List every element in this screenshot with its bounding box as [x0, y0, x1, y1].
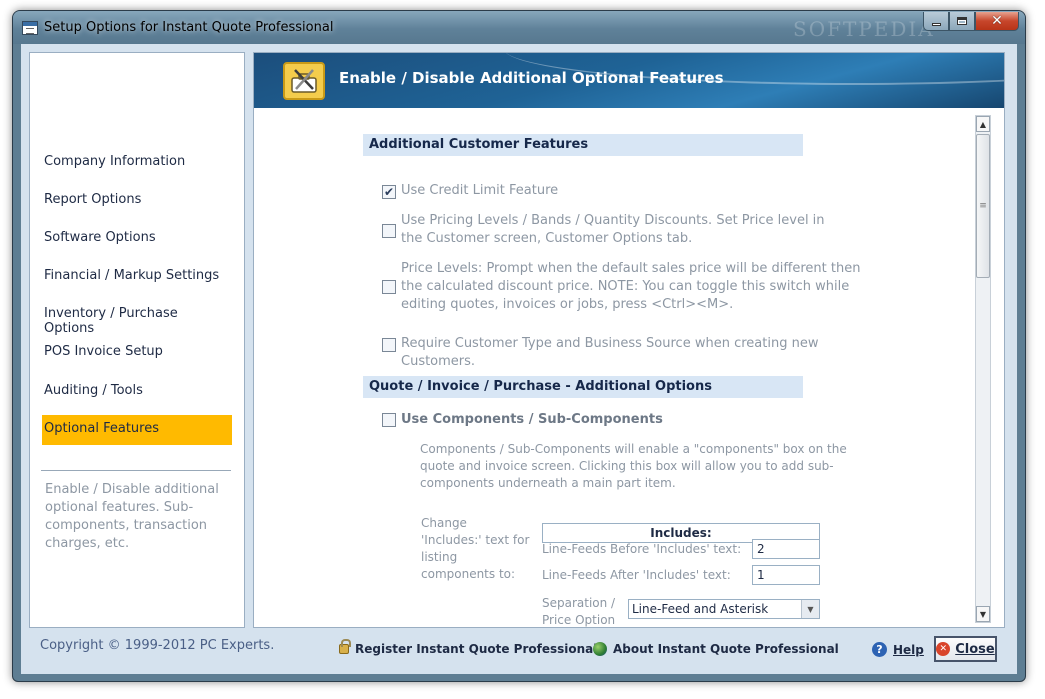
- sidebar-divider: [41, 470, 231, 471]
- setup-options-window: Setup Options for Instant Quote Professi…: [12, 10, 1026, 682]
- pricing-levels-label: Use Pricing Levels / Bands / Quantity Di…: [401, 213, 825, 246]
- app-icon[interactable]: [22, 21, 38, 35]
- about-label: About Instant Quote Professional: [613, 642, 839, 656]
- sidebar-description: Enable / Disable additional optional fea…: [45, 482, 219, 551]
- window-close-button[interactable]: ✕: [975, 12, 1019, 31]
- close-icon: ✕: [936, 642, 951, 656]
- sidebar-item-auditing-tools[interactable]: Auditing / Tools: [42, 377, 232, 407]
- separation-select-value: Line-Feed and Asterisk: [632, 602, 769, 616]
- minimize-icon: [931, 22, 941, 26]
- linefeeds-before-input[interactable]: 2: [752, 539, 820, 559]
- options-content: Additional Customer Features ✔ Use Credi…: [254, 109, 976, 627]
- linefeeds-after-label: Line-Feeds After 'Includes' text:: [542, 568, 731, 582]
- scroll-up-button[interactable]: ▲: [976, 116, 990, 132]
- section-header-quote: Quote / Invoice / Purchase - Additional …: [363, 376, 803, 398]
- client-area: Company Information Report Options Softw…: [21, 44, 1017, 674]
- credit-limit-label: Use Credit Limit Feature: [401, 183, 559, 198]
- caption-buttons: ✕: [923, 12, 1019, 31]
- footer-bar: Copyright © 1999-2012 PC Experts. Regist…: [21, 636, 1017, 672]
- change-includes-label: Change 'Includes:' text for listing comp…: [421, 516, 530, 581]
- separation-label: Separation / Price Option: [542, 596, 616, 627]
- linefeeds-after-input[interactable]: 1: [752, 565, 820, 585]
- help-label: Help: [893, 642, 924, 657]
- components-info-text: Components / Sub-Components will enable …: [420, 442, 847, 490]
- price-levels-prompt-checkbox[interactable]: [382, 280, 396, 294]
- require-customer-type-checkbox[interactable]: [382, 338, 396, 352]
- title-bar[interactable]: Setup Options for Instant Quote Professi…: [13, 11, 1025, 44]
- maximize-icon: [957, 17, 967, 25]
- header-banner: Enable / Disable Additional Optional Fea…: [254, 53, 1004, 108]
- options-panel: Enable / Disable Additional Optional Fea…: [253, 52, 1005, 628]
- credit-limit-checkbox[interactable]: ✔: [382, 185, 396, 199]
- watermark-text: SOFTPEDIA: [793, 17, 935, 41]
- vertical-scrollbar[interactable]: ▲ ≡ ▼: [975, 115, 991, 623]
- checkmark-icon: ✔: [383, 185, 395, 199]
- window-title: Setup Options for Instant Quote Professi…: [44, 20, 334, 35]
- require-customer-type-label: Require Customer Type and Business Sourc…: [401, 336, 819, 369]
- arrow-down-icon: ▼: [979, 609, 987, 619]
- help-button[interactable]: ? Help: [872, 642, 924, 657]
- close-icon: ✕: [991, 13, 1003, 29]
- lock-icon: [339, 639, 351, 654]
- scroll-thumb[interactable]: ≡: [976, 134, 990, 278]
- price-levels-prompt-label: Price Levels: Prompt when the default sa…: [401, 261, 861, 312]
- close-button[interactable]: ✕ Close: [934, 636, 997, 662]
- minimize-button[interactable]: [923, 12, 949, 31]
- copyright-text: Copyright © 1999-2012 PC Experts.: [40, 638, 275, 653]
- about-button[interactable]: About Instant Quote Professional: [593, 642, 839, 656]
- globe-icon: [593, 642, 607, 656]
- components-label: Use Components / Sub-Components: [401, 412, 663, 427]
- maximize-button[interactable]: [949, 12, 975, 31]
- components-checkbox[interactable]: [382, 413, 396, 427]
- sidebar-item-company-information[interactable]: Company Information: [42, 148, 232, 178]
- sidebar-item-financial-markup-settings[interactable]: Financial / Markup Settings: [42, 262, 232, 292]
- close-label: Close: [955, 641, 995, 657]
- help-icon: ?: [872, 642, 887, 657]
- sidebar-item-software-options[interactable]: Software Options: [42, 224, 232, 254]
- sidebar-item-report-options[interactable]: Report Options: [42, 186, 232, 216]
- page-title: Enable / Disable Additional Optional Fea…: [339, 69, 724, 87]
- register-button[interactable]: Register Instant Quote Professional: [339, 639, 598, 656]
- section-header-customer: Additional Customer Features: [363, 134, 803, 156]
- sidebar-item-inventory-purchase-options[interactable]: Inventory / Purchase Options: [42, 300, 232, 336]
- linefeeds-before-label: Line-Feeds Before 'Includes' text:: [542, 542, 742, 556]
- tools-icon: [283, 62, 325, 100]
- arrow-up-icon: ▲: [979, 119, 987, 129]
- options-sidebar: Company Information Report Options Softw…: [29, 52, 245, 628]
- register-label: Register Instant Quote Professional: [355, 642, 598, 656]
- sidebar-item-optional-features[interactable]: Optional Features: [42, 415, 232, 445]
- chevron-down-icon[interactable]: ▼: [801, 600, 819, 618]
- pricing-levels-checkbox[interactable]: [382, 224, 396, 238]
- grip-icon: ≡: [979, 201, 987, 211]
- scroll-down-button[interactable]: ▼: [976, 606, 990, 622]
- sidebar-item-pos-invoice-setup[interactable]: POS Invoice Setup: [42, 338, 232, 368]
- separation-select[interactable]: Line-Feed and Asterisk ▼: [628, 599, 820, 619]
